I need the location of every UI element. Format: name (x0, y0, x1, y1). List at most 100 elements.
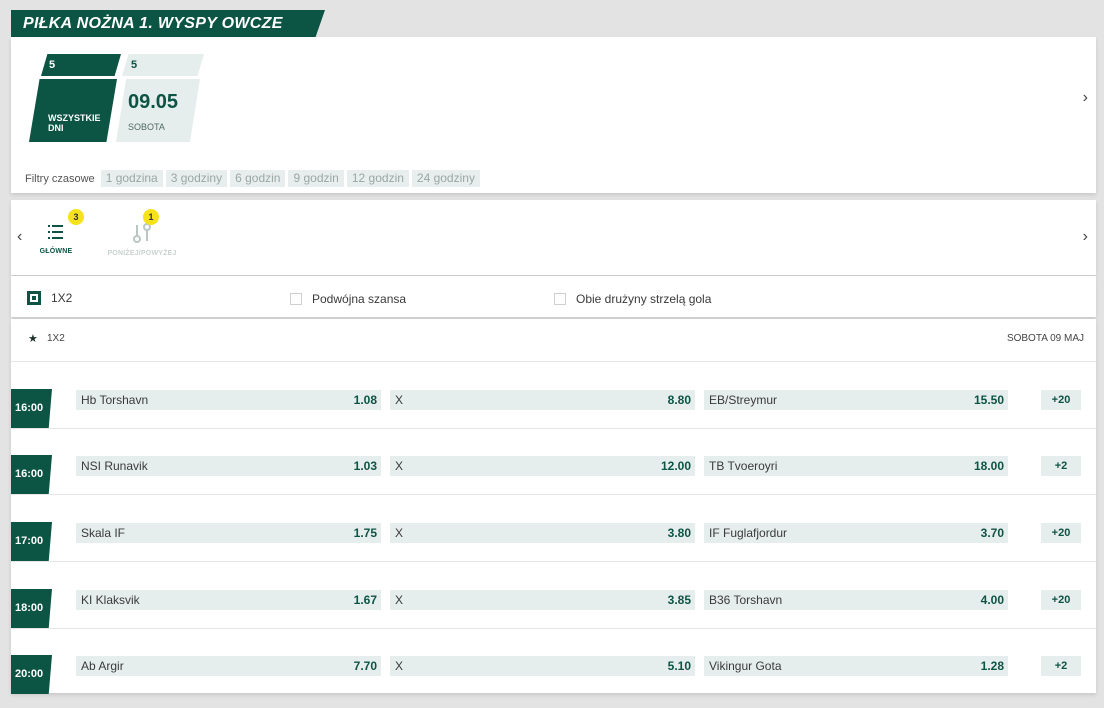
away-team: TB Tvoeroyri (709, 459, 778, 473)
check-1x2[interactable]: 1X2 (27, 291, 72, 305)
home-team: NSI Runavik (81, 459, 148, 473)
time-filters-label: Filtry czasowe (25, 172, 95, 185)
tab-over-under-label: PONIŻEJ/POWYŻEJ (107, 250, 177, 257)
away-odd: 3.70 (980, 526, 1004, 540)
check-double-chance[interactable]: Podwójna szansa (290, 292, 406, 306)
match-row: 16:00 Hb Torshavn 1.08 X 8.80 EB/Streymu… (11, 362, 1096, 429)
match-row: 18:00 KI Klaksvik 1.67 X 3.85 B36 Torsha… (11, 562, 1096, 629)
checkbox-double-chance[interactable] (290, 293, 302, 305)
time-filter-9h[interactable]: 9 godzin (288, 170, 344, 187)
list-icon (48, 225, 63, 239)
draw-odd: 12.00 (660, 459, 691, 473)
away-team: B36 Torshavn (709, 593, 783, 607)
time-filter-6h[interactable]: 6 godzin (230, 170, 286, 187)
match-list-header: ★ 1X2 SOBOTA 09 Maj (11, 319, 1096, 362)
home-team: Ab Argir (81, 659, 124, 673)
draw-odd: 5.10 (667, 659, 691, 673)
match-time: 16:00 (11, 455, 52, 494)
time-filter-24h[interactable]: 24 godziny (411, 170, 480, 187)
saturday-count[interactable]: 5 (122, 54, 204, 76)
match-time: 20:00 (11, 655, 52, 694)
time-filter-12h[interactable]: 12 godzin (346, 170, 409, 187)
home-team: KI Klaksvik (81, 593, 140, 607)
market-next-arrow-icon[interactable]: › (1083, 228, 1088, 246)
away-odd: 1.28 (980, 659, 1004, 673)
match-list: ★ 1X2 SOBOTA 09 Maj 16:00 Hb Torshavn 1.… (11, 319, 1096, 694)
tab-over-under-badge: 1 (143, 209, 159, 225)
draw-label: X (395, 393, 404, 407)
day-tab-all-label: WSZYSTKIE DNI (48, 113, 101, 133)
more-markets-button[interactable]: +20 (1041, 523, 1081, 543)
tab-over-under[interactable]: PONIŻEJ/POWYŻEJ (107, 222, 177, 257)
match-time: 17:00 (11, 522, 52, 561)
odd-draw[interactable]: X 12.00 (390, 456, 695, 476)
check-1x2-label: 1X2 (51, 291, 73, 305)
check-double-chance-label: Podwójna szansa (312, 292, 407, 306)
odd-draw[interactable]: X 3.80 (390, 523, 695, 543)
away-odd: 15.50 (973, 393, 1004, 407)
away-odd: 18.00 (973, 459, 1004, 473)
draw-odd: 8.80 (667, 393, 691, 407)
odd-away[interactable]: IF Fuglafjordur 3.70 (704, 523, 1008, 543)
page-header: PIŁKA NOŻNA 1. WYSPY OWCZE (11, 10, 1096, 37)
odd-away[interactable]: Vikingur Gota 1.28 (704, 656, 1008, 676)
odd-draw[interactable]: X 3.85 (390, 590, 695, 610)
away-odd: 4.00 (980, 593, 1004, 607)
date-selector: 5 WSZYSTKIE DNI 5 09.05 SOBOTA › Filtry … (11, 37, 1096, 193)
day-tab-all[interactable]: WSZYSTKIE DNI (29, 79, 117, 142)
draw-label: X (395, 459, 404, 473)
match-list-market: 1X2 (47, 333, 65, 344)
odd-home[interactable]: Hb Torshavn 1.08 (76, 390, 381, 410)
market-prev-arrow-icon[interactable]: ‹ (17, 228, 22, 246)
more-markets-button[interactable]: +20 (1041, 390, 1081, 410)
all-days-count[interactable]: 5 (41, 54, 121, 76)
time-filter-1h[interactable]: 1 godzina (100, 170, 163, 187)
star-icon[interactable]: ★ (28, 332, 38, 345)
away-team: IF Fuglafjordur (709, 526, 788, 540)
match-time: 16:00 (11, 389, 52, 428)
odd-draw[interactable]: X 8.80 (390, 390, 695, 410)
home-odd: 1.75 (353, 526, 377, 540)
odd-away[interactable]: EB/Streymur 15.50 (704, 390, 1008, 410)
home-odd: 1.03 (353, 459, 377, 473)
market-filter: 1X2 Podwójna szansa Obie drużyny strzelą… (11, 276, 1096, 317)
home-odd: 1.67 (353, 593, 377, 607)
away-team: EB/Streymur (709, 393, 778, 407)
away-team: Vikingur Gota (709, 659, 782, 673)
checkbox-1x2[interactable] (27, 291, 41, 305)
odd-away[interactable]: B36 Torshavn 4.00 (704, 590, 1008, 610)
match-row: 16:00 NSI Runavik 1.03 X 12.00 TB Tvoero… (11, 428, 1096, 495)
more-markets-button[interactable]: +2 (1041, 656, 1081, 676)
draw-label: X (395, 593, 404, 607)
time-filters: Filtry czasowe 1 godzina 3 godziny 6 god… (25, 170, 483, 187)
day-tab-saturday[interactable]: 09.05 SOBOTA (116, 79, 200, 142)
check-both-score[interactable]: Obie drużyny strzelą gola (554, 292, 711, 306)
draw-label: X (395, 659, 404, 673)
tab-main[interactable]: GŁÓWNE (35, 222, 77, 255)
draw-odd: 3.85 (667, 593, 691, 607)
odd-home[interactable]: Ab Argir 7.70 (76, 656, 381, 676)
home-odd: 1.08 (353, 393, 377, 407)
page-title: PIŁKA NOŻNA 1. WYSPY OWCZE (11, 10, 325, 37)
market-tabs: ‹ GŁÓWNE 3 PONIŻEJ/POWYŻEJ 1 › (11, 200, 1096, 275)
time-filter-3h[interactable]: 3 godziny (165, 170, 228, 187)
odd-home[interactable]: Skala IF 1.75 (76, 523, 381, 543)
more-markets-button[interactable]: +2 (1041, 456, 1081, 476)
match-list-date: SOBOTA 09 Maj (1006, 333, 1084, 344)
tab-main-badge: 3 (68, 209, 84, 225)
odd-home[interactable]: KI Klaksvik 1.67 (76, 590, 381, 610)
odd-home[interactable]: NSI Runavik 1.03 (76, 456, 381, 476)
checkbox-both-score[interactable] (554, 293, 566, 305)
over-under-icon (133, 223, 151, 243)
match-row: 20:00 Ab Argir 7.70 X 5.10 Vikingur Gota… (11, 628, 1096, 694)
more-markets-button[interactable]: +20 (1041, 590, 1081, 610)
check-both-score-label: Obie drużyny strzelą gola (576, 292, 712, 306)
match-time: 18:00 (11, 589, 52, 628)
date-next-arrow-icon[interactable]: › (1083, 89, 1088, 107)
home-team: Skala IF (81, 526, 126, 540)
odd-away[interactable]: TB Tvoeroyri 18.00 (704, 456, 1008, 476)
day-tab-dayname: SOBOTA (128, 122, 165, 132)
home-team: Hb Torshavn (81, 393, 149, 407)
odd-draw[interactable]: X 5.10 (390, 656, 695, 676)
draw-label: X (395, 526, 404, 540)
